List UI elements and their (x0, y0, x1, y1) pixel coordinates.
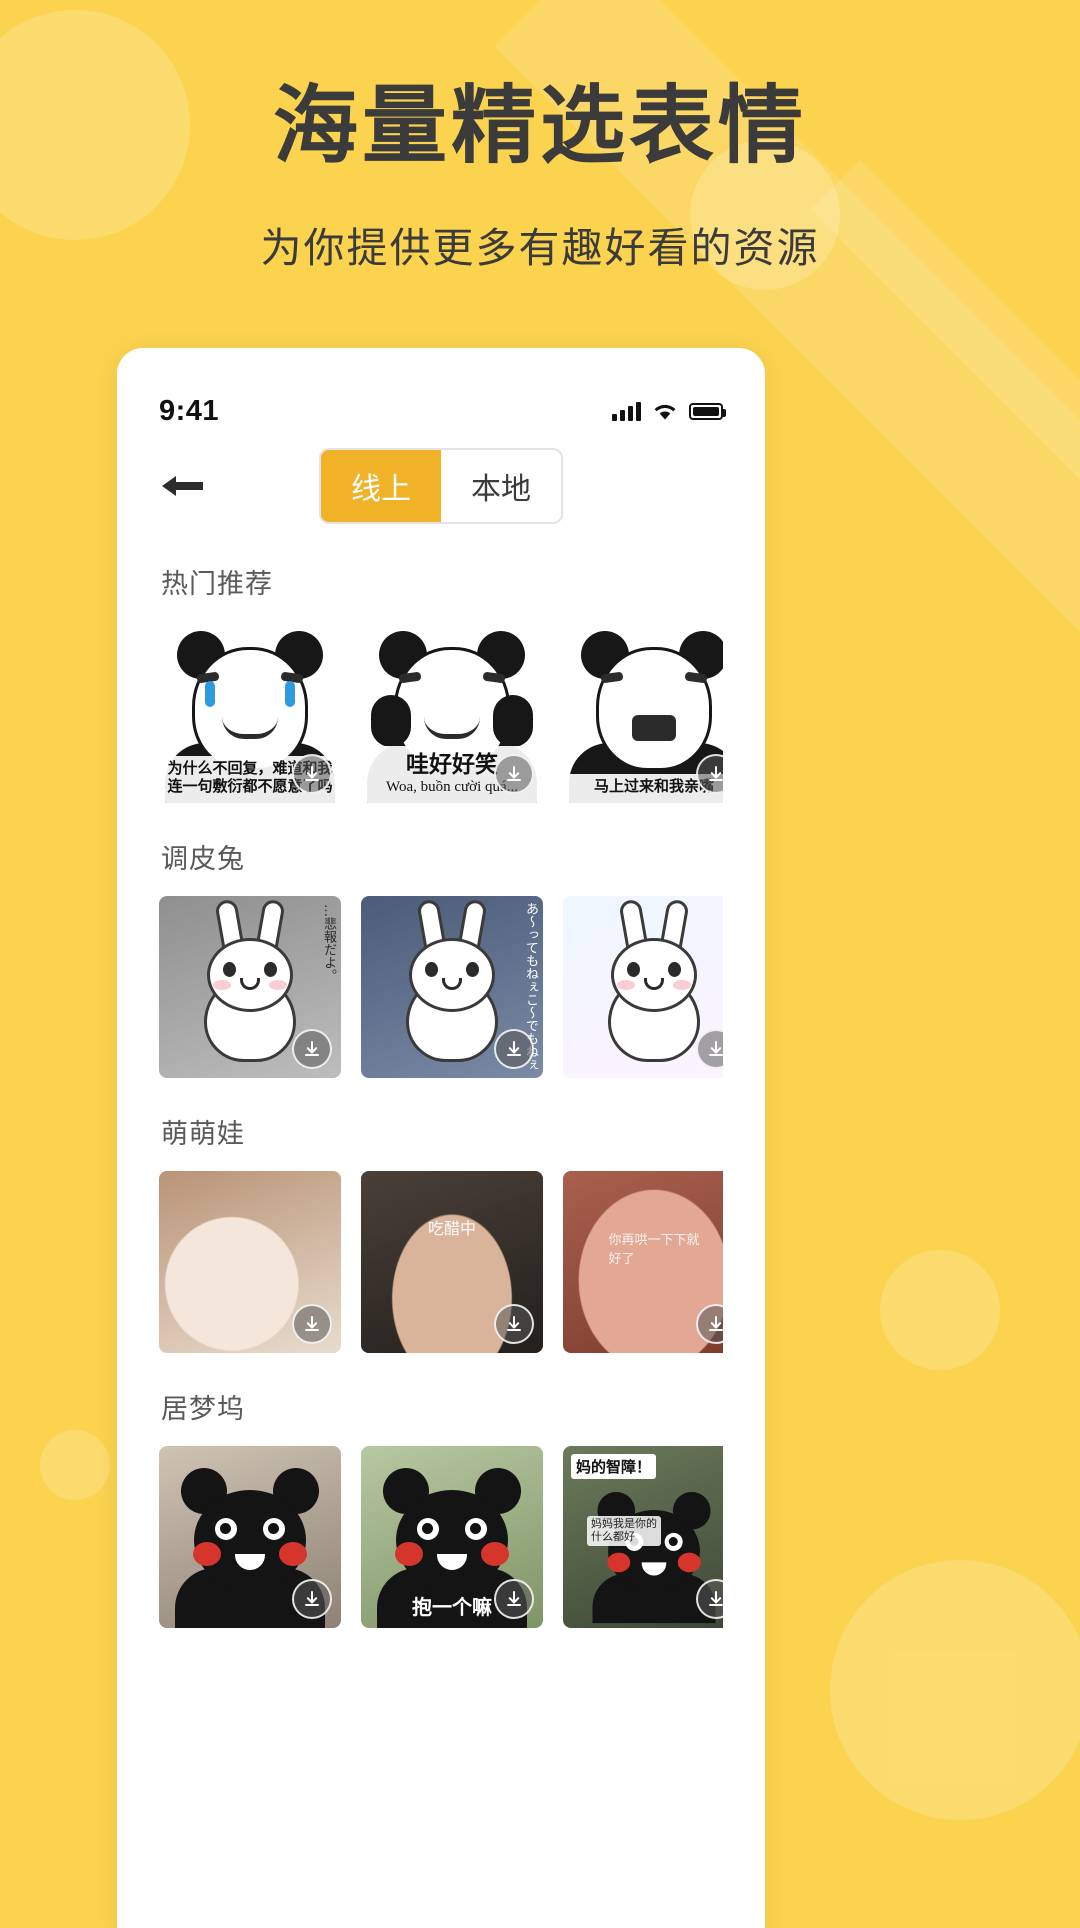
signal-bars-icon (612, 401, 641, 421)
page-subtitle: 为你提供更多有趣好看的资源 (260, 224, 820, 271)
decorative-circle (830, 1560, 1080, 1820)
sticker-caption-sub: 妈妈我是你的什么都好 (587, 1516, 661, 1547)
download-icon[interactable] (292, 754, 332, 794)
section-hot: 热门推荐 为什么不回复，难道和我连一句敷衍都不愿意了吗 哇好好笑 Woa, bu… (117, 562, 765, 803)
sticker-caption: 吃醋中 (427, 1221, 477, 1238)
download-icon[interactable] (494, 754, 534, 794)
download-icon[interactable] (494, 1579, 534, 1619)
sticker-caption: …悲報だよ。 (321, 904, 336, 982)
download-icon[interactable] (292, 1304, 332, 1344)
download-icon[interactable] (292, 1579, 332, 1619)
section-title: 居梦坞 (161, 1394, 245, 1424)
section-kumamon: 居梦坞 抱一个嘛 妈的智障！ 妈妈我是你的什么都好 (117, 1387, 765, 1628)
sticker-item[interactable] (159, 1171, 341, 1353)
phone-mockup: 9:41 线上 本地 热门推荐 为什么不回复，难道和我连一句敷衍都不愿意了吗 哇… (117, 348, 765, 1928)
download-icon[interactable] (494, 1029, 534, 1069)
download-icon[interactable] (292, 1029, 332, 1069)
wifi-icon (652, 402, 678, 421)
page-title: 海量精选表情 (272, 79, 807, 174)
sticker-item[interactable]: ばぁぁぁ (563, 896, 723, 1078)
decorative-circle (880, 1250, 1000, 1370)
tab-online[interactable]: 线上 (321, 450, 441, 522)
sticker-item[interactable]: …悲報だよ。 (159, 896, 341, 1078)
sticker-row[interactable]: 为什么不回复，难道和我连一句敷衍都不愿意了吗 哇好好笑 Woa, buồn cư… (159, 621, 723, 803)
source-tab-group[interactable]: 线上 本地 (319, 448, 563, 524)
sticker-item[interactable]: 马上过来和我亲嘴 (563, 621, 723, 803)
sticker-item[interactable]: 哇好好笑 Woa, buồn cười quá... (361, 621, 543, 803)
promo-header: 海量精选表情 为你提供更多有趣好看的资源 (0, 0, 1080, 274)
decorative-circle (40, 1430, 110, 1500)
section-title: 萌萌娃 (161, 1119, 245, 1149)
sticker-item[interactable]: 抱一个嘛 (361, 1446, 543, 1628)
sticker-row[interactable]: 抱一个嘛 妈的智障！ 妈妈我是你的什么都好 (159, 1446, 723, 1628)
download-icon[interactable] (494, 1304, 534, 1344)
sticker-item[interactable]: 你再哄一下下就好了 (563, 1171, 723, 1353)
back-arrow-icon[interactable] (159, 468, 207, 504)
battery-full-icon (689, 402, 726, 420)
section-title: 热门推荐 (161, 569, 273, 599)
section-title: 调皮兔 (161, 844, 245, 874)
sticker-item[interactable]: 吃醋中 (361, 1171, 543, 1353)
sticker-item[interactable] (159, 1446, 341, 1628)
sticker-caption: 你再哄一下下就好了 (608, 1232, 700, 1266)
sticker-row[interactable]: 吃醋中 你再哄一下下就好了 生闷气 (159, 1171, 723, 1353)
sticker-item[interactable]: 为什么不回复，难道和我连一句敷衍都不愿意了吗 (159, 621, 341, 803)
status-icons (612, 401, 726, 421)
status-bar: 9:41 (117, 348, 765, 444)
section-rabbit: 调皮兔 …悲報だよ。 あ〜ってもねぇこ〜でもねぇ (117, 837, 765, 1078)
tab-local[interactable]: 本地 (441, 450, 561, 522)
sticker-caption: 抱一个嘛 (412, 1597, 492, 1619)
sticker-item[interactable]: 妈的智障！ 妈妈我是你的什么都好 (563, 1446, 723, 1628)
section-baby: 萌萌娃 吃醋中 你再哄一下下就好了 (117, 1112, 765, 1353)
nav-bar: 线上 本地 (117, 444, 765, 528)
sticker-row[interactable]: …悲報だよ。 あ〜ってもねぇこ〜でもねぇ (159, 896, 723, 1078)
sticker-item[interactable]: あ〜ってもねぇこ〜でもねぇ (361, 896, 543, 1078)
sticker-caption: 妈的智障！ (571, 1454, 657, 1479)
status-time: 9:41 (159, 394, 220, 427)
